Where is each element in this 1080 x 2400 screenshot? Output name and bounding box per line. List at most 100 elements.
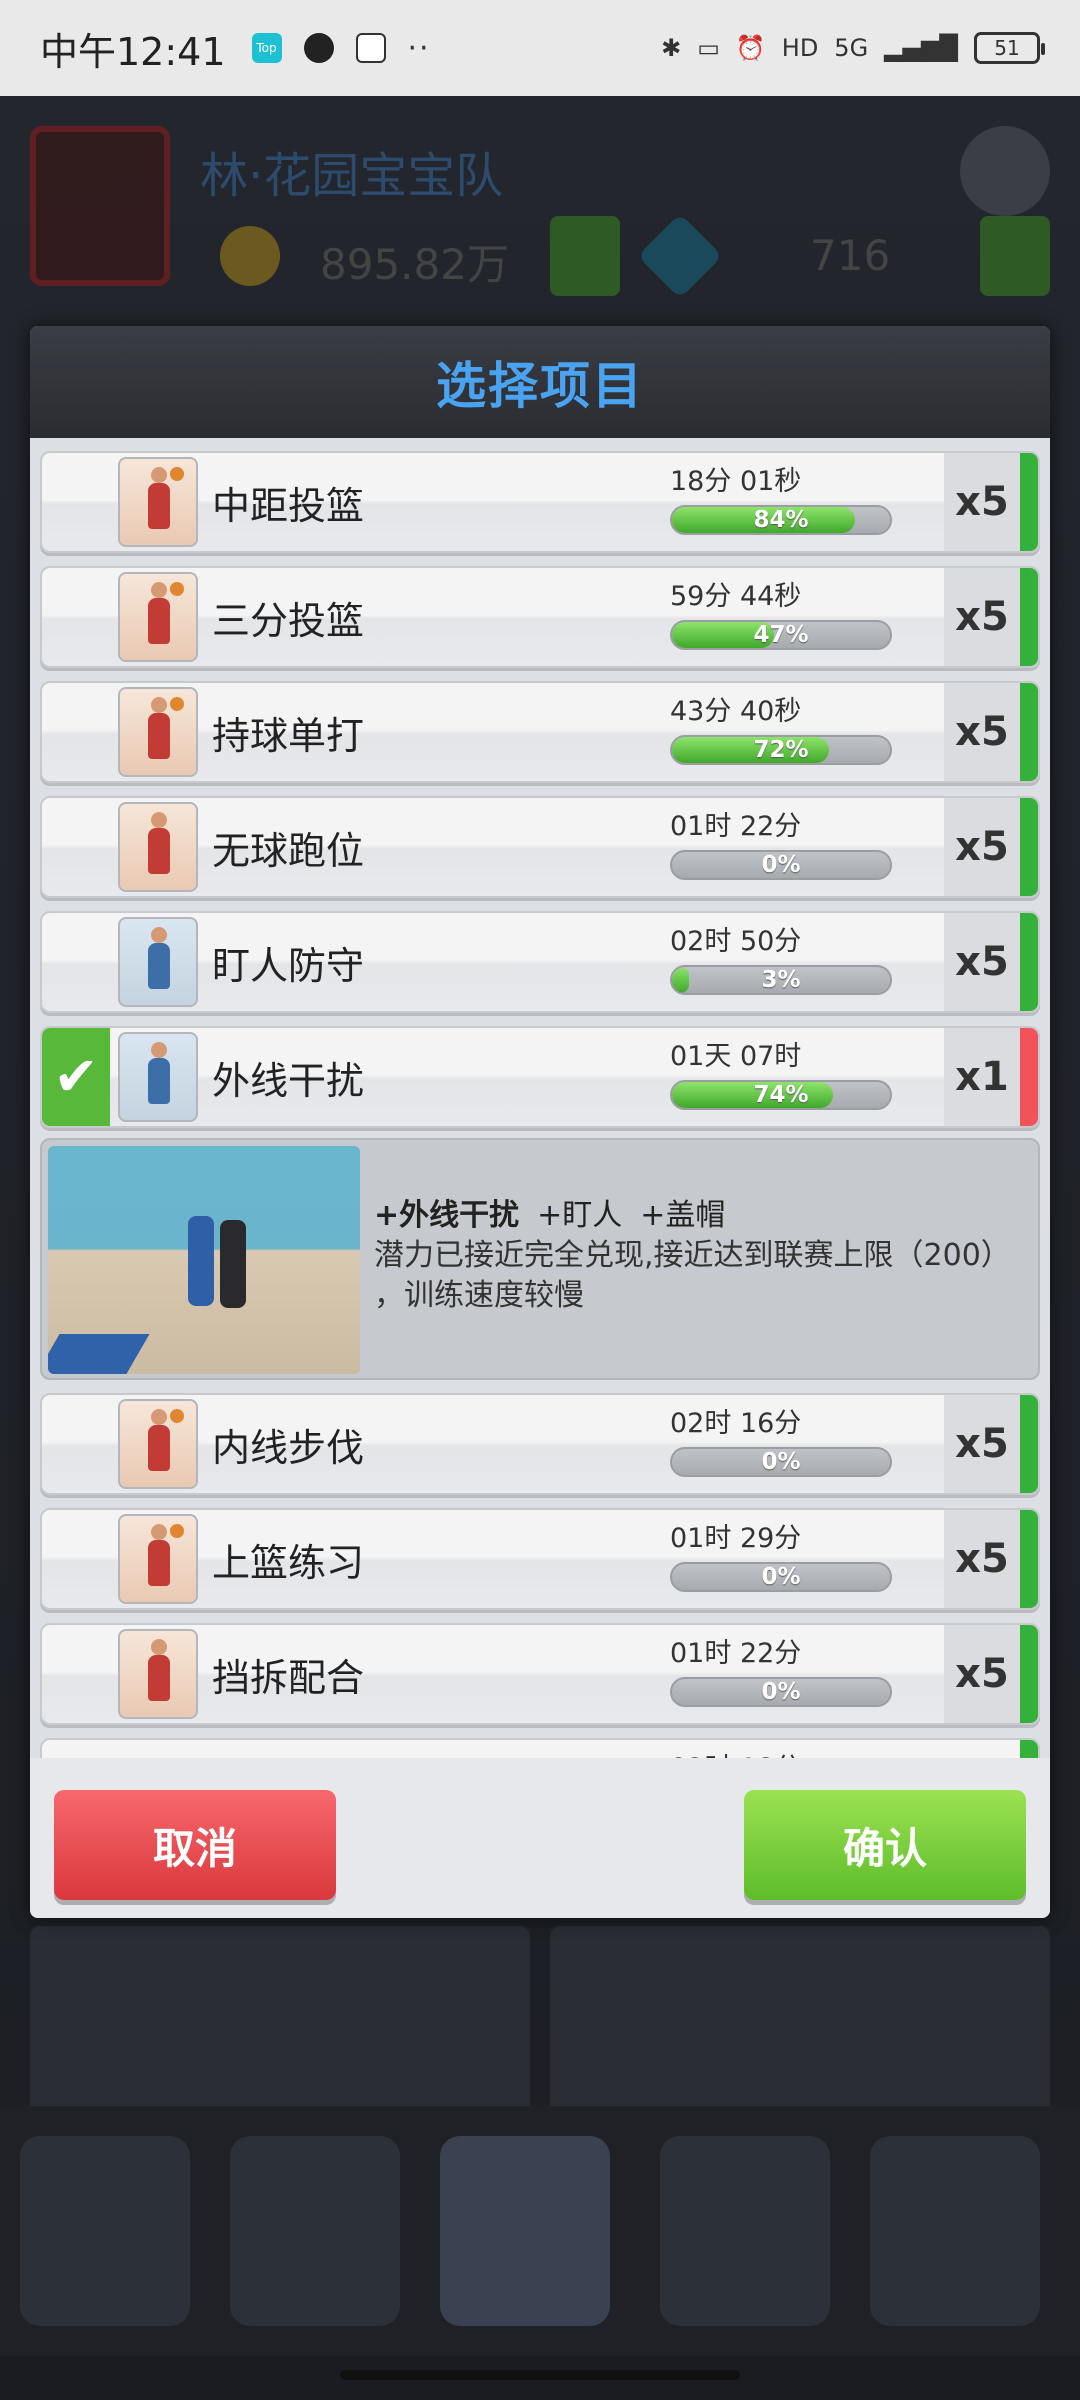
confirm-button[interactable]: 确认	[744, 1790, 1026, 1900]
status-time: 中午12:41	[40, 29, 226, 74]
tag-tertiary: +盖帽	[640, 1198, 726, 1233]
nav-star-icon	[20, 2136, 190, 2326]
item-time: 01时 22分	[670, 1638, 802, 1669]
detail-description-2: ，训练速度较慢	[374, 1278, 584, 1313]
bluetooth-icon: ✱	[661, 34, 682, 62]
progress-label: 74%	[753, 1082, 809, 1108]
status-stripe	[1020, 683, 1038, 781]
training-item[interactable]: 盯人防守 02时 50分 3% x5	[40, 911, 1040, 1013]
dialog-title: 选择项目	[436, 357, 644, 415]
item-name: 挡拆配合	[212, 1655, 365, 1700]
status-stripe	[1020, 1625, 1038, 1723]
training-item[interactable]: 上篮练习 01时 29分 0% x5	[40, 1508, 1040, 1610]
progress-label: 0%	[761, 852, 801, 878]
progress-label: 0%	[761, 1449, 801, 1475]
selection-checkbox[interactable]	[42, 913, 110, 1011]
status-stripe	[1020, 798, 1038, 896]
gem-balance: 716	[810, 231, 891, 280]
status-stripe	[1020, 1510, 1038, 1608]
progress-bar: 0%	[670, 1447, 892, 1477]
multiplier: x5	[944, 798, 1020, 896]
training-item[interactable]: 三分投篮 59分 44秒 47% x5	[40, 566, 1040, 668]
item-name: 盯人防守	[212, 943, 365, 988]
selection-checkbox[interactable]	[42, 568, 110, 666]
item-name: 上篮练习	[212, 1540, 365, 1585]
selection-checkbox[interactable]: ✔	[42, 1028, 110, 1126]
training-item[interactable]: 持球单打 43分 40秒 72% x5	[40, 681, 1040, 783]
multiplier: x5	[944, 453, 1020, 551]
hd-icon: HD	[781, 34, 819, 62]
tag-main: +外线干扰	[374, 1198, 520, 1233]
item-time: 02时 16分	[670, 1408, 802, 1439]
attribute-tags: +外线干扰 +盯人 +盖帽	[374, 1196, 1011, 1236]
progress-bar: 47%	[670, 620, 892, 650]
selection-checkbox[interactable]	[42, 798, 110, 896]
status-stripe	[1020, 1395, 1038, 1493]
nav-globe-icon	[660, 2136, 830, 2326]
progress-label: 84%	[753, 507, 809, 533]
coin-balance: 895.82万	[320, 240, 509, 289]
player-thumbnail	[118, 572, 198, 662]
player-thumbnail	[118, 802, 198, 892]
training-item-list[interactable]: 中距投篮 18分 01秒 84% x5 三分投篮 59分 44秒 47% x5 …	[30, 438, 1050, 1758]
battery-icon: 51	[974, 32, 1045, 64]
item-time: 01时 29分	[670, 1523, 802, 1554]
training-item[interactable]: 中距投篮 18分 01秒 84% x5	[40, 451, 1040, 553]
coin-icon	[220, 226, 280, 286]
progress-bar: 72%	[670, 735, 892, 765]
status-stripe	[1020, 453, 1038, 551]
add-coins-button	[550, 216, 620, 296]
nav-yuan-icon	[230, 2136, 400, 2326]
item-time: 02时 18分	[670, 1746, 801, 1758]
multiplier: x1	[944, 1028, 1020, 1126]
checkmark-icon: ✔	[53, 1045, 99, 1108]
selection-checkbox[interactable]	[42, 1625, 110, 1723]
selection-checkbox[interactable]	[42, 1395, 110, 1493]
multiplier: x5	[944, 568, 1020, 666]
training-item[interactable]: 无球跑位 01时 22分 0% x5	[40, 796, 1040, 898]
multiplier: x5	[944, 1510, 1020, 1608]
multiplier: x5	[944, 913, 1020, 1011]
item-name: 无球跑位	[212, 828, 365, 873]
training-illustration	[48, 1146, 360, 1374]
gear-icon	[960, 126, 1050, 216]
item-time: 59分 44秒	[670, 581, 802, 612]
selection-checkbox[interactable]	[42, 1510, 110, 1608]
progress-label: 0%	[761, 1679, 801, 1705]
vibrate-icon: ▭	[697, 34, 720, 62]
signal-icon: ▂▄▆█	[884, 34, 958, 62]
home-indicator[interactable]	[340, 2370, 740, 2380]
multiplier: x5	[944, 683, 1020, 781]
item-time: 18分 01秒	[670, 466, 802, 497]
training-item-selected[interactable]: ✔ 外线干扰 01天 07时 74% x1	[40, 1026, 1040, 1128]
player-thumbnail	[118, 1629, 198, 1719]
selection-checkbox[interactable]	[42, 683, 110, 781]
status-stripe	[1020, 568, 1038, 666]
network-icon: 5G	[834, 34, 869, 62]
player-thumbnail	[118, 1514, 198, 1604]
training-item[interactable]: 内线步伐 02时 16分 0% x5	[40, 1393, 1040, 1495]
item-name: 外线干扰	[212, 1058, 365, 1103]
select-item-dialog: 选择项目 中距投篮 18分 01秒 84% x5 三分投篮 59分 44秒 47…	[30, 326, 1050, 1918]
item-time: 43分 40秒	[670, 696, 802, 727]
item-time: 01时 22分	[670, 811, 802, 842]
detail-description: 潜力已接近完全兑现,接近达到联赛上限（200）	[374, 1238, 1011, 1273]
nav-chevron-up-icon	[870, 2136, 1040, 2326]
status-stripe	[1020, 1028, 1038, 1126]
cancel-button[interactable]: 取消	[54, 1790, 336, 1900]
progress-bar: 74%	[670, 1080, 892, 1110]
selection-checkbox[interactable]	[42, 453, 110, 551]
item-name: 持球单打	[212, 713, 365, 758]
player-thumbnail	[118, 457, 198, 547]
item-time: 02时 50分	[670, 926, 802, 957]
training-item-partial[interactable]: 02时 18分	[40, 1738, 1040, 1758]
gem-icon	[637, 213, 723, 299]
status-stripe	[1020, 913, 1038, 1011]
team-logo	[30, 126, 170, 286]
training-item[interactable]: 挡拆配合 01时 22分 0% x5	[40, 1623, 1040, 1725]
status-bar: 中午12:41 Top ·· ✱ ▭ ⏰ HD 5G ▂▄▆█ 51	[0, 0, 1080, 96]
progress-bar: 84%	[670, 505, 892, 535]
progress-label: 47%	[753, 622, 809, 648]
player-thumbnail	[118, 687, 198, 777]
item-name: 内线步伐	[212, 1425, 365, 1470]
